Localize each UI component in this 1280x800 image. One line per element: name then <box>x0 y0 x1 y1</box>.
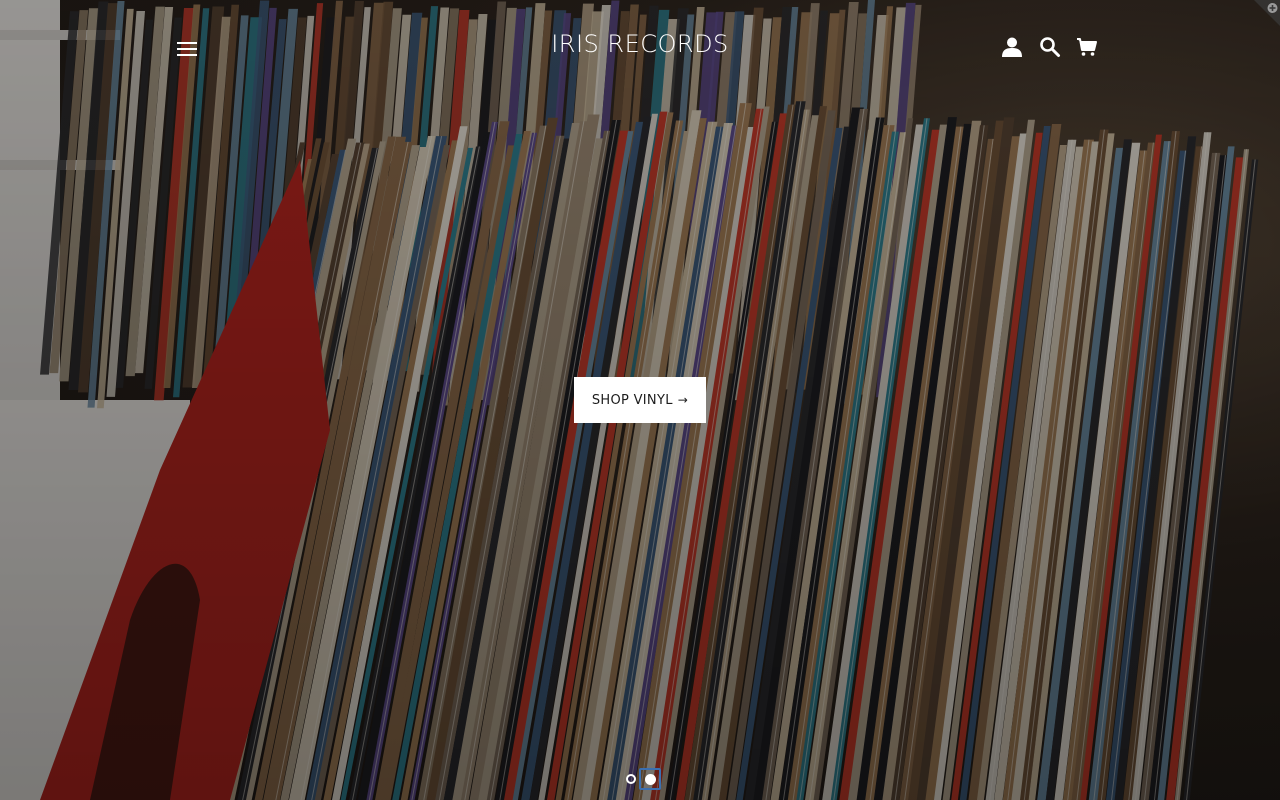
account-icon <box>998 36 1026 58</box>
arrow-right-icon: → <box>677 393 689 407</box>
cart-icon <box>1073 36 1101 58</box>
hero-slideshow: IRIS RECORDS SHOP VINYL → <box>0 0 1280 800</box>
cart-button[interactable] <box>1073 34 1101 62</box>
slide-dot-2[interactable] <box>645 774 656 785</box>
account-button[interactable] <box>998 34 1026 62</box>
shop-vinyl-button[interactable]: SHOP VINYL → <box>574 377 706 423</box>
site-header: IRIS RECORDS <box>0 0 1280 96</box>
corner-plus-icon[interactable] <box>1254 0 1280 26</box>
menu-button[interactable] <box>176 36 200 62</box>
slide-dot-1[interactable] <box>626 774 636 784</box>
search-button[interactable] <box>1036 34 1064 62</box>
hamburger-menu-icon <box>176 40 200 58</box>
slideshow-pagination <box>622 768 662 790</box>
shop-vinyl-label: SHOP VINYL <box>591 392 673 408</box>
search-icon <box>1036 36 1064 58</box>
header-actions <box>998 34 1108 62</box>
store-logo[interactable]: IRIS RECORDS <box>440 30 840 58</box>
